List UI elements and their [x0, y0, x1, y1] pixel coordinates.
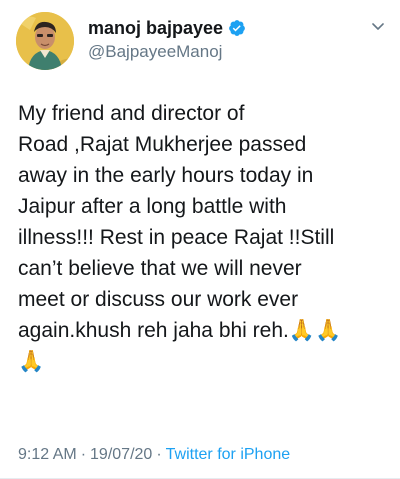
meta-separator: ·: [80, 446, 87, 463]
avatar[interactable]: [16, 12, 74, 70]
tweet-source-link[interactable]: Twitter for iPhone: [166, 446, 291, 463]
display-name[interactable]: manoj bajpayee: [88, 18, 223, 39]
tweet-date[interactable]: 19/07/20: [90, 446, 152, 463]
author-name-row[interactable]: manoj bajpayee: [88, 17, 246, 39]
verified-badge-icon: [228, 19, 246, 37]
profile-photo: [16, 12, 74, 70]
tweet: manoj bajpayee @BajpayeeManoj My friend …: [0, 0, 400, 479]
meta-separator: ·: [156, 446, 162, 463]
chevron-down-icon[interactable]: [370, 18, 386, 34]
tweet-meta: 9:12 AM · 19/07/20 · Twitter for iPhone: [18, 446, 290, 464]
author-handle[interactable]: @BajpayeeManoj: [88, 42, 222, 62]
tweet-text: My friend and director of Road ,Rajat Mu…: [18, 102, 342, 373]
tweet-time[interactable]: 9:12 AM: [18, 446, 77, 463]
